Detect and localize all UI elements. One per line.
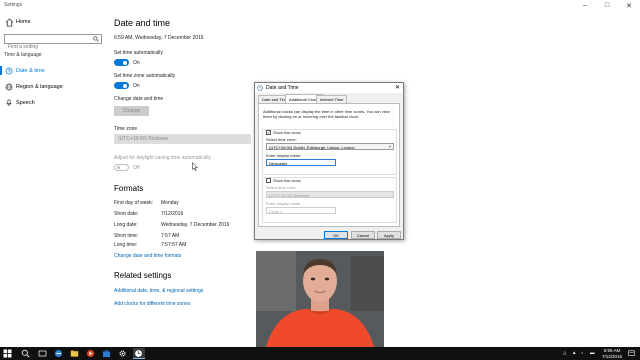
- globe-icon: [5, 83, 13, 91]
- search-box[interactable]: [4, 34, 102, 51]
- clock2-group: [262, 177, 397, 223]
- dialog-titlebar: Date and Time ✕: [255, 83, 403, 93]
- clock2-show-label: Show this clock: [273, 178, 301, 183]
- clock1-zone-select[interactable]: (UTC+00:00) Dublin, Edinburgh, Lisbon, L…: [266, 143, 394, 150]
- window-title: Settings: [4, 2, 23, 8]
- settings-gear-icon[interactable]: [118, 349, 127, 358]
- clock2-zone-label: Select time zone:: [266, 185, 297, 190]
- people-icon[interactable]: △: [563, 350, 566, 356]
- sidebar-group-label: Time & language: [4, 52, 42, 58]
- clock1-zone-value: (UTC+00:00) Dublin, Edinburgh, Lisbon, L…: [269, 145, 355, 150]
- search-icon[interactable]: [21, 349, 30, 358]
- edge-icon[interactable]: [54, 349, 63, 358]
- current-datetime: 6:59 AM, Wednesday, 7 December 2016: [114, 35, 204, 41]
- time-zone-select[interactable]: (UTC+10:00) Brisbane: [114, 134, 251, 144]
- formats-title: Formats: [114, 184, 144, 193]
- clock2-name-label: Enter display name:: [266, 201, 302, 206]
- clock2-checkbox[interactable]: [266, 178, 271, 183]
- taskbar-clock[interactable]: 6:59 AM 7/12/2016: [602, 348, 622, 359]
- long-time-value: 7:57:57 AM: [161, 242, 187, 248]
- set-time-auto-toggle[interactable]: [114, 59, 129, 66]
- store-icon[interactable]: [102, 349, 111, 358]
- minimize-button[interactable]: –: [574, 0, 596, 11]
- microphone-icon: [6, 99, 12, 107]
- date-time-dialog: Date and Time ✕ Date and Time Additional…: [254, 82, 404, 240]
- webcam-overlay: [256, 251, 384, 347]
- set-time-auto-state: On: [133, 60, 140, 66]
- close-button[interactable]: ✕: [618, 0, 640, 11]
- clock1-name-input[interactable]: Newcastle: [266, 159, 336, 166]
- clock1-name-label: Enter display name:: [266, 153, 302, 158]
- maximize-button[interactable]: □: [596, 0, 618, 11]
- long-date-value: Wednesday, 7 December 2016: [161, 222, 230, 228]
- long-time-key: Long time:: [114, 242, 138, 248]
- dst-state: Off: [133, 165, 140, 171]
- dialog-description: Additional clocks can display the time i…: [263, 109, 390, 119]
- keyboard-icon[interactable]: ▬: [590, 350, 595, 355]
- volume-icon[interactable]: ♪: [581, 350, 583, 355]
- apply-button[interactable]: Apply: [377, 231, 401, 239]
- clock-icon: [5, 67, 13, 75]
- change-button[interactable]: Change: [114, 106, 149, 116]
- page-title: Date and time: [114, 18, 171, 28]
- short-time-key: Short time:: [114, 233, 139, 239]
- media-player-icon[interactable]: [86, 349, 95, 358]
- taskbar-time: 6:59 AM: [603, 348, 621, 353]
- dialog-close-button[interactable]: ✕: [395, 84, 400, 91]
- cursor-icon: [192, 162, 198, 171]
- webcam-person-image: [256, 251, 384, 347]
- file-explorer-icon[interactable]: [70, 349, 79, 358]
- change-formats-link[interactable]: Change date and time formats: [114, 253, 181, 259]
- first-day-key: First day of week:: [114, 200, 154, 206]
- time-zone-label: Time zone: [114, 126, 138, 132]
- first-day-value: Monday: [161, 200, 179, 206]
- search-icon[interactable]: [93, 36, 99, 42]
- clock2-zone-value: (UTC+10:00) Brisbane: [269, 193, 310, 198]
- short-date-value: 7/12/2016: [161, 211, 184, 217]
- related-settings-title: Related settings: [114, 271, 172, 280]
- change-datetime-label: Change date and time: [114, 96, 164, 102]
- clock-icon: [257, 85, 263, 91]
- clock2-zone-select[interactable]: (UTC+10:00) Brisbane: [266, 191, 394, 198]
- short-time-value: 7:57 AM: [161, 233, 180, 239]
- sidebar-active-indicator: [0, 66, 2, 75]
- additional-clocks-panel: Additional clocks can display the time i…: [258, 103, 400, 227]
- clock1-zone-label: Select time zone:: [266, 137, 297, 142]
- chevron-down-icon: ˅: [388, 144, 391, 149]
- search-input[interactable]: [5, 43, 91, 51]
- dialog-title: Date and Time: [266, 85, 299, 91]
- long-date-key: Long date:: [114, 222, 138, 228]
- clock1-checkbox[interactable]: ✓: [266, 130, 271, 135]
- tab-internet-time[interactable]: Internet Time: [316, 95, 348, 103]
- sidebar-item-speech[interactable]: Speech: [16, 100, 35, 106]
- taskbar-date: 7/12/2016: [602, 353, 623, 359]
- task-view-icon[interactable]: [38, 349, 47, 358]
- settings-titlebar: Settings – □ ✕: [0, 0, 640, 11]
- additional-regional-link[interactable]: Additional date, time, & regional settin…: [114, 288, 203, 294]
- add-clocks-link[interactable]: Add clocks for different time zones: [114, 301, 190, 307]
- sidebar-home[interactable]: Home: [16, 19, 31, 25]
- notifications-icon[interactable]: [628, 350, 635, 357]
- date-time-app-icon[interactable]: [134, 349, 143, 358]
- dst-label: Adjust for daylight saving time automati…: [114, 155, 211, 161]
- short-date-key: Short date:: [114, 211, 139, 217]
- clock1-group: [262, 129, 397, 175]
- sidebar-item-region-language[interactable]: Region & language: [16, 84, 63, 90]
- dst-toggle[interactable]: [114, 164, 129, 171]
- set-time-auto-label: Set time automatically: [114, 50, 163, 56]
- set-zone-auto-toggle[interactable]: [114, 82, 129, 89]
- cancel-button[interactable]: Cancel: [351, 231, 375, 239]
- network-icon[interactable]: ▲: [572, 350, 576, 355]
- set-zone-auto-state: On: [133, 83, 140, 89]
- sidebar-item-date-time[interactable]: Date & time: [16, 68, 45, 74]
- set-zone-auto-label: Set time zone automatically: [114, 73, 176, 79]
- clock1-show-label: Show this clock: [273, 130, 301, 135]
- ok-button[interactable]: OK: [324, 231, 348, 239]
- windows-start-icon[interactable]: [3, 349, 12, 358]
- home-icon: [5, 18, 14, 27]
- taskbar: △ ▲ ♪ ▬ 6:59 AM 7/12/2016: [0, 347, 640, 360]
- clock2-name-input[interactable]: Clock 2: [266, 207, 336, 214]
